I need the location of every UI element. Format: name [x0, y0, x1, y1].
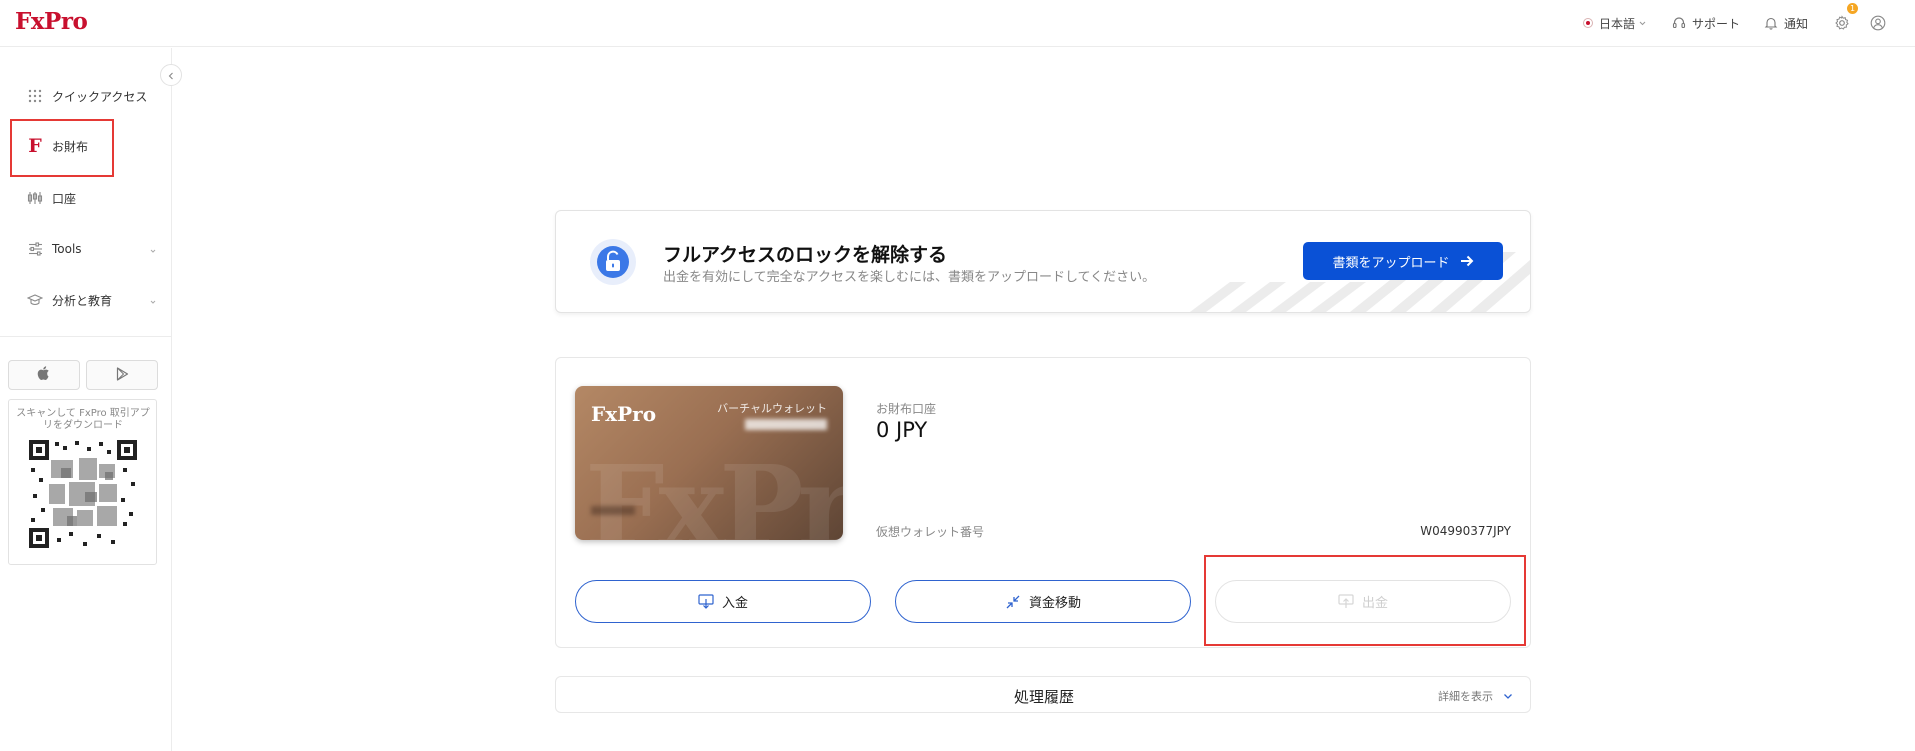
- profile-button[interactable]: [1870, 13, 1892, 33]
- chevron-left-icon: [167, 66, 175, 85]
- transaction-history-bar[interactable]: 処理履歴 詳細を表示: [555, 676, 1531, 713]
- banner-title: フルアクセスのロックを解除する: [663, 244, 948, 266]
- chevron-down-icon: [149, 294, 157, 308]
- deposit-label: 入金: [721, 596, 748, 611]
- play-store-icon: [116, 366, 129, 385]
- bell-icon: [1764, 16, 1778, 30]
- qr-code-image: [27, 438, 139, 550]
- banner-subtitle: 出金を有効にして完全なアクセスを楽しむには、書類をアップロードしてください。: [663, 270, 1156, 285]
- virtual-wallet-number: W04990377JPY: [1420, 524, 1511, 538]
- headset-icon: [1672, 16, 1686, 30]
- chevron-down-icon: [1503, 693, 1513, 700]
- google-play-button[interactable]: [86, 360, 158, 390]
- app-store-button[interactable]: [8, 360, 80, 390]
- notifications-link[interactable]: 通知: [1764, 13, 1808, 33]
- chevron-down-icon: [1639, 21, 1646, 26]
- candlestick-icon: [27, 190, 43, 206]
- card-logo: FxPro: [591, 402, 657, 426]
- upload-documents-button[interactable]: 書類をアップロード: [1303, 242, 1503, 280]
- sidebar-item-label: クイックアクセス: [52, 89, 148, 104]
- sidebar-item-label: 口座: [52, 191, 77, 206]
- deposit-icon: [698, 594, 714, 609]
- support-label: サポート: [1692, 16, 1741, 31]
- card-redacted-number: [745, 419, 827, 430]
- history-title: 処理履歴: [1013, 688, 1074, 706]
- card-label: バーチャルウォレット: [717, 402, 827, 415]
- sidebar-item-label: 分析と教育: [52, 293, 113, 308]
- sidebar-collapse-button[interactable]: [160, 64, 182, 86]
- unlock-access-banner: フルアクセスのロックを解除する 出金を有効にして完全なアクセスを楽しむには、書類…: [555, 210, 1531, 313]
- account-label: お財布口座: [876, 402, 937, 416]
- sidebar-item-education[interactable]: 分析と教育: [27, 290, 157, 310]
- graduation-cap-icon: [27, 292, 43, 308]
- unlock-icon: [590, 239, 636, 285]
- upload-button-label: 書類をアップロード: [1332, 255, 1450, 271]
- deposit-button[interactable]: 入金: [575, 580, 871, 623]
- language-label: 日本語: [1599, 16, 1636, 31]
- japan-flag-icon: [1583, 18, 1593, 28]
- sliders-icon: [27, 241, 43, 257]
- sidebar-item-tools[interactable]: Tools: [27, 239, 157, 259]
- show-details-label: 詳細を表示: [1438, 690, 1493, 703]
- language-selector[interactable]: 日本語: [1583, 13, 1646, 33]
- transfer-label: 資金移動: [1028, 596, 1081, 611]
- qr-caption: スキャンして FxPro 取引アプリをダウンロード: [16, 408, 150, 431]
- sidebar-item-quick-access[interactable]: クイックアクセス: [27, 86, 157, 106]
- transfer-button[interactable]: 資金移動: [895, 580, 1191, 623]
- grid-icon: [27, 88, 43, 104]
- card-watermark: FxPro: [585, 442, 843, 540]
- sidebar-item-accounts[interactable]: 口座: [27, 188, 157, 208]
- arrow-right-icon: [1460, 252, 1474, 271]
- notifications-label: 通知: [1784, 16, 1809, 31]
- virtual-wallet-label: 仮想ウォレット番号: [876, 525, 985, 539]
- top-header: FxPro 日本語 サポート 通知 1: [0, 0, 1915, 47]
- settings-badge: 1: [1847, 3, 1858, 14]
- transfer-arrows-icon: [1005, 594, 1021, 610]
- chevron-down-icon: [149, 243, 157, 257]
- sidebar-item-label: Tools: [52, 242, 82, 256]
- fxpro-logo[interactable]: FxPro: [15, 8, 88, 35]
- virtual-wallet-card: FxPro FxPro バーチャルウォレット: [575, 386, 843, 540]
- apple-icon: [37, 365, 51, 385]
- support-link[interactable]: サポート: [1672, 13, 1740, 33]
- account-balance: 0 JPY: [876, 418, 928, 442]
- gear-icon: [1834, 15, 1850, 31]
- settings-button[interactable]: [1834, 13, 1856, 33]
- sidebar-divider: [0, 336, 172, 337]
- qr-download-panel: スキャンして FxPro 取引アプリをダウンロード: [8, 399, 157, 565]
- show-details-link[interactable]: 詳細を表示: [1438, 688, 1513, 704]
- card-redacted-name: [591, 506, 635, 515]
- user-avatar-icon: [1870, 15, 1886, 31]
- withdraw-highlight-box: [1204, 555, 1526, 646]
- wallet-highlight-box: [10, 119, 114, 177]
